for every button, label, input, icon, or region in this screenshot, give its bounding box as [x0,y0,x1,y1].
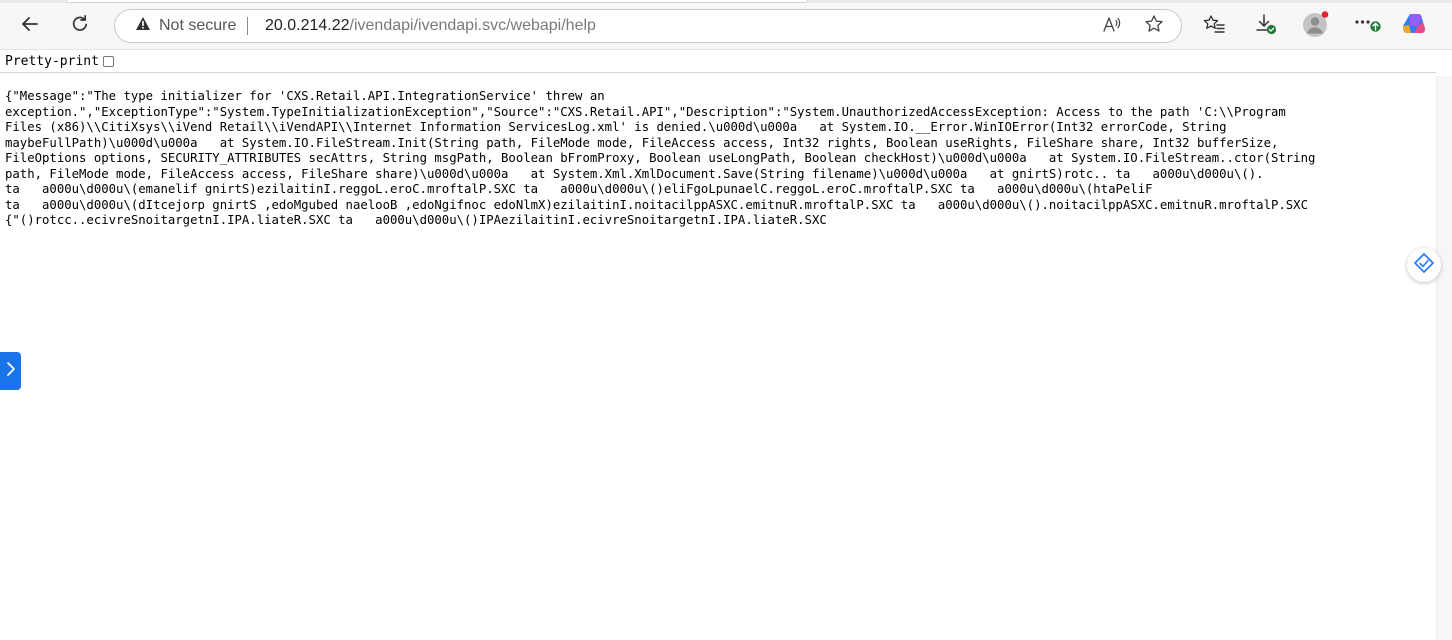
json-line: Files (x86)\\CitiXsys\\iVend Retail\\iVe… [5,120,1227,134]
read-aloud-button[interactable] [1099,13,1125,39]
expand-side-panel-button[interactable] [0,352,21,390]
url-path: /ivendapi/ivendapi.svc/webapi/help [349,17,596,34]
star-icon [1144,14,1164,38]
download-icon [1255,13,1277,39]
copilot-button[interactable] [1398,10,1430,42]
downloads-button[interactable] [1250,10,1282,42]
chevron-right-icon [6,361,16,381]
address-separator [247,17,248,35]
profile-icon [1301,10,1331,42]
pretty-print-toggle[interactable]: Pretty-print [0,54,114,69]
pretty-print-label: Pretty-print [5,53,99,69]
address-bar[interactable]: Not secure 20.0.214.22/ivendapi/ivendapi… [114,9,1182,43]
json-line: {"()rotcc..ecivreSnoitargetnI.IPA.liateR… [5,213,827,227]
refresh-icon [70,14,90,38]
json-line: ta a000u\d000u\(emanelif gnirtS)ezilaiti… [5,182,1153,196]
security-indicator[interactable]: Not secure [135,10,236,42]
read-aloud-icon [1102,15,1122,37]
sidebar-assist-icon [1412,251,1436,279]
copilot-icon [1401,11,1427,41]
more-button[interactable] [1352,10,1384,42]
json-response-body: {"Message":"The type initializer for 'CX… [5,89,1433,229]
back-arrow-icon [20,14,40,38]
more-icon [1353,14,1383,38]
json-line: ta a000u\d000u\(dItcejorp gnirtS ,edoMgu… [5,197,1308,212]
profile-button[interactable] [1300,10,1332,42]
sidebar-assist-button[interactable] [1407,248,1441,282]
json-line: {"Message":"The type initializer for 'CX… [5,89,605,103]
warning-icon [135,16,151,36]
pretty-print-checkbox[interactable] [102,55,114,67]
favorite-button[interactable] [1141,13,1167,39]
json-line: maybeFullPath)\u000d\u000a at System.IO.… [5,135,1279,150]
json-line: path, FileMode mode, FileAccess access, … [5,166,1264,181]
json-line: FileOptions options, SECURITY_ATTRIBUTES… [5,151,1316,165]
url-host: 20.0.214.22 [265,17,350,34]
vertical-scrollbar[interactable] [1436,50,1452,640]
refresh-button[interactable] [64,10,96,42]
scrollbar-top [1436,50,1452,76]
favorites-button[interactable] [1198,10,1230,42]
browser-toolbar: Not secure 20.0.214.22/ivendapi/ivendapi… [0,3,1452,49]
url-text[interactable]: 20.0.214.22/ivendapi/ivendapi.svc/webapi… [265,10,596,42]
json-line: exception.","ExceptionType":"System.Type… [5,104,1286,119]
pretty-print-bar: Pretty-print [0,50,1436,73]
favorites-icon [1203,14,1225,38]
back-button[interactable] [14,10,46,42]
not-secure-label: Not secure [159,17,237,34]
